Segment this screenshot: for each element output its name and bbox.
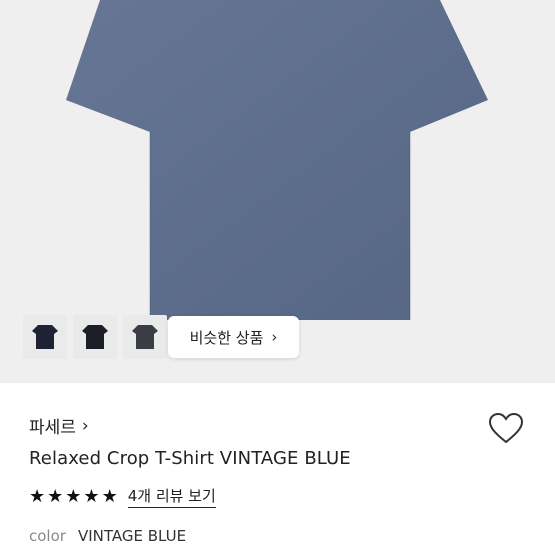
star-icon: ★ [83,485,100,507]
tshirt-icon [82,325,108,349]
chevron-right-icon: › [271,328,278,346]
thumbnail-1[interactable] [23,315,67,359]
star-icon: ★ [65,485,82,507]
rating-row: ★ ★ ★ ★ ★ 4개 리뷰 보기 [29,485,216,508]
brand-name: 파세르 [29,418,76,438]
product-title: Relaxed Crop T-Shirt VINTAGE BLUE [29,448,351,469]
star-icon: ★ [101,485,118,507]
thumbnail-2[interactable] [73,315,117,359]
reviews-link[interactable]: 4개 리뷰 보기 [127,485,216,508]
tshirt-icon [132,325,158,349]
tshirt-icon [32,325,58,349]
thumbnail-strip [23,315,167,359]
similar-products-label: 비슷한 상품 [189,328,264,347]
heart-icon[interactable] [488,412,524,445]
product-image-area: 비슷한 상품 › [0,0,555,383]
thumbnail-3[interactable] [123,315,167,359]
color-value: VINTAGE BLUE [77,527,187,545]
color-row: color VINTAGE BLUE [29,527,186,545]
star-icon: ★ [47,485,64,507]
star-icon: ★ [29,485,46,507]
chevron-right-icon: › [81,415,89,436]
brand-link[interactable]: 파세르 › [29,413,89,439]
color-label: color [29,527,66,545]
similar-products-button[interactable]: 비슷한 상품 › [168,316,299,358]
